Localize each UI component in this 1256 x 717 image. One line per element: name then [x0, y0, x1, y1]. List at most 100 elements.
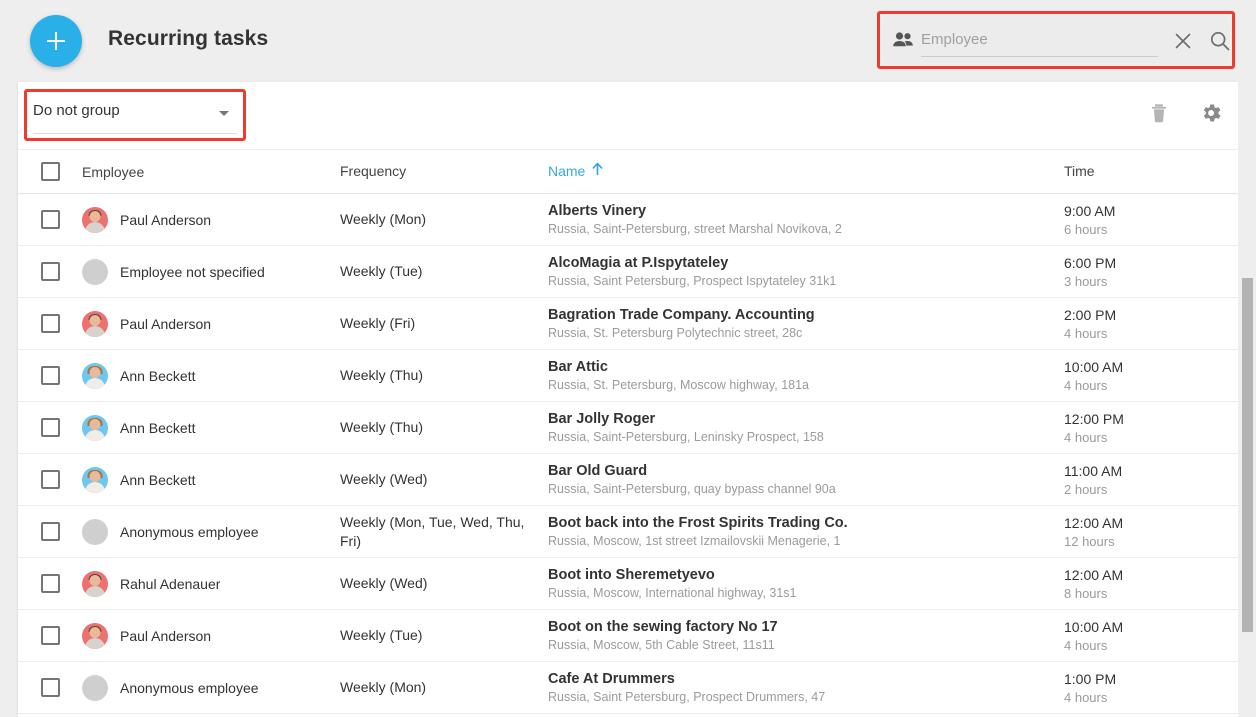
- frequency-value: Weekly (Mon): [340, 678, 548, 697]
- group-by-select[interactable]: Do not group: [33, 98, 237, 134]
- task-time: 12:00 PM: [1064, 410, 1238, 429]
- avatar: [82, 675, 108, 701]
- employee-name: Employee not specified: [120, 264, 265, 280]
- table-row[interactable]: Paul AndersonWeekly (Fri)Bagration Trade…: [18, 298, 1238, 350]
- task-address: Russia, Saint-Petersburg, street Marshal…: [548, 221, 1042, 238]
- cell-time: 2:00 PM4 hours: [1052, 306, 1238, 342]
- task-address: Russia, Saint Petersburg, Prospect Ispyt…: [548, 273, 1042, 290]
- task-address: Russia, Moscow, 1st street Izmailovskii …: [548, 533, 1042, 550]
- avatar-head: [90, 575, 101, 586]
- table-row[interactable]: Anonymous employeeWeekly (Mon, Tue, Wed,…: [18, 506, 1238, 558]
- gear-icon[interactable]: [1198, 100, 1224, 126]
- task-address: Russia, St. Petersburg, Moscow highway, …: [548, 377, 1042, 394]
- cell-time: 10:00 AM4 hours: [1052, 358, 1238, 394]
- employee-name: Ann Beckett: [120, 420, 196, 436]
- select-all-cell: [18, 162, 82, 181]
- row-checkbox[interactable]: [41, 522, 60, 541]
- avatar-body: [85, 222, 105, 233]
- cell-name: Boot back into the Frost Spirits Trading…: [548, 514, 1052, 550]
- row-checkbox[interactable]: [41, 366, 60, 385]
- select-all-checkbox[interactable]: [41, 162, 60, 181]
- employee-name: Ann Beckett: [120, 472, 196, 488]
- table-row[interactable]: Paul AndersonWeekly (Tue)Boot on the sew…: [18, 610, 1238, 662]
- task-time: 1:00 PM: [1064, 670, 1238, 689]
- task-address: Russia, Saint Petersburg, Prospect Drumm…: [548, 689, 1042, 706]
- task-title: Bar Old Guard: [548, 462, 1042, 481]
- cell-frequency: Weekly (Wed): [340, 470, 548, 489]
- cell-name: Boot into SheremetyevoRussia, Moscow, In…: [548, 566, 1052, 602]
- column-header-employee[interactable]: Employee: [82, 164, 340, 180]
- row-checkbox[interactable]: [41, 210, 60, 229]
- avatar: [82, 363, 108, 389]
- cell-time: 12:00 AM12 hours: [1052, 514, 1238, 550]
- cell-time: 10:00 AM4 hours: [1052, 618, 1238, 654]
- search-icon[interactable]: [1208, 29, 1232, 53]
- content-card: Do not group: [18, 82, 1238, 717]
- cell-time: 12:00 AM8 hours: [1052, 566, 1238, 602]
- row-select-cell: [18, 262, 82, 281]
- task-title: Bar Attic: [548, 358, 1042, 377]
- cell-employee: Ann Beckett: [82, 415, 340, 441]
- task-address: Russia, Saint-Petersburg, Leninsky Prosp…: [548, 429, 1042, 446]
- search-input[interactable]: [921, 27, 1158, 53]
- table-row[interactable]: Paul AndersonWeekly (Mon)Alberts VineryR…: [18, 194, 1238, 246]
- task-time: 10:00 AM: [1064, 358, 1238, 377]
- avatar: [82, 415, 108, 441]
- employee-name: Paul Anderson: [120, 628, 211, 644]
- row-select-cell: [18, 522, 82, 541]
- task-address: Russia, Moscow, 5th Cable Street, 11s11: [548, 637, 1042, 654]
- frequency-value: Weekly (Wed): [340, 574, 548, 593]
- avatar: [82, 519, 108, 545]
- column-header-time[interactable]: Time: [1052, 163, 1238, 181]
- avatar-body: [85, 430, 105, 441]
- tasks-table: Employee Frequency Name: [18, 150, 1238, 714]
- row-select-cell: [18, 366, 82, 385]
- row-checkbox[interactable]: [41, 418, 60, 437]
- task-title: Bar Jolly Roger: [548, 410, 1042, 429]
- task-time: 2:00 PM: [1064, 306, 1238, 325]
- cell-employee: Employee not specified: [82, 259, 340, 285]
- employee-search-box[interactable]: [883, 17, 1229, 63]
- cell-time: 6:00 PM3 hours: [1052, 254, 1238, 290]
- row-select-cell: [18, 470, 82, 489]
- row-checkbox[interactable]: [41, 626, 60, 645]
- close-icon[interactable]: [1171, 29, 1195, 53]
- table-row[interactable]: Ann Beckett Weekly (Thu)Bar Jolly RogerRu…: [18, 402, 1238, 454]
- table-row[interactable]: Ann Beckett Weekly (Wed)Bar Old GuardRuss…: [18, 454, 1238, 506]
- add-task-button[interactable]: [30, 15, 82, 67]
- column-header-name[interactable]: Name: [548, 162, 1052, 181]
- frequency-value: Weekly (Thu): [340, 418, 548, 437]
- avatar-head: [90, 211, 101, 222]
- row-checkbox[interactable]: [41, 314, 60, 333]
- app-root: Recurring tasks: [0, 0, 1256, 717]
- table-row[interactable]: Ann BeckettWeekly (Thu)Bar AtticRussia, …: [18, 350, 1238, 402]
- task-time: 9:00 AM: [1064, 202, 1238, 221]
- row-checkbox[interactable]: [41, 262, 60, 281]
- task-duration: 4 hours: [1064, 429, 1238, 446]
- trash-icon[interactable]: [1146, 100, 1172, 126]
- chevron-down-icon: [219, 111, 229, 116]
- table-row[interactable]: Employee not specifiedWeekly (Tue)AlcoMa…: [18, 246, 1238, 298]
- page-title: Recurring tasks: [108, 27, 268, 51]
- table-row[interactable]: Anonymous employeeWeekly (Mon)Cafe At Dr…: [18, 662, 1238, 714]
- row-checkbox[interactable]: [41, 574, 60, 593]
- cell-employee: Paul Anderson: [82, 623, 340, 649]
- vertical-scrollbar-thumb[interactable]: [1242, 278, 1253, 632]
- table-body: Paul AndersonWeekly (Mon)Alberts VineryR…: [18, 194, 1238, 714]
- task-title: Boot back into the Frost Spirits Trading…: [548, 514, 1042, 533]
- cell-employee: Ann Beckett: [82, 467, 340, 493]
- row-checkbox[interactable]: [41, 470, 60, 489]
- avatar-head: [90, 419, 101, 430]
- column-header-frequency[interactable]: Frequency: [340, 163, 548, 181]
- task-duration: 4 hours: [1064, 637, 1238, 654]
- cell-frequency: Weekly (Mon): [340, 210, 548, 229]
- task-duration: 4 hours: [1064, 377, 1238, 394]
- table-row[interactable]: Rahul AdenauerWeekly (Wed)Boot into Sher…: [18, 558, 1238, 610]
- employee-name: Paul Anderson: [120, 316, 211, 332]
- cell-time: 1:00 PM4 hours: [1052, 670, 1238, 706]
- vertical-scrollbar-track[interactable]: [1238, 82, 1256, 717]
- task-address: Russia, St. Petersburg Polytechnic stree…: [548, 325, 1042, 342]
- task-time: 10:00 AM: [1064, 618, 1238, 637]
- task-address: Russia, Saint-Petersburg, quay bypass ch…: [548, 481, 1042, 498]
- row-checkbox[interactable]: [41, 678, 60, 697]
